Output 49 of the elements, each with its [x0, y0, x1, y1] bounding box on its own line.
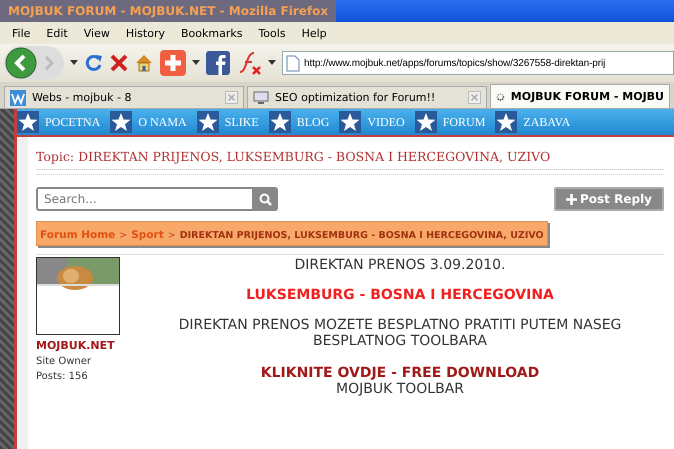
menu-item[interactable]: File — [4, 26, 38, 40]
menu-item[interactable]: Edit — [38, 26, 76, 40]
post-count: Posts: 156 — [36, 371, 89, 382]
page-icon — [286, 54, 300, 72]
search-icon — [258, 192, 272, 206]
download-link[interactable]: KLIKNITE OVDJE - FREE DOWNLOAD — [136, 365, 664, 381]
post-text: DIREKTAN PRENOS 3.09.2010. — [293, 257, 507, 273]
search-button[interactable] — [252, 187, 278, 211]
breadcrumb-separator: > — [119, 230, 128, 240]
dropdown-icon[interactable] — [268, 60, 276, 66]
address-field[interactable]: http://www.mojbuk.net/apps/forums/topics/show/3267558-direktan-prij — [282, 51, 674, 75]
star-icon — [495, 111, 518, 133]
search-field[interactable]: Search... — [36, 187, 252, 211]
menu-item[interactable]: View — [76, 26, 118, 40]
breadcrumb-separator: > — [168, 230, 176, 240]
dropdown-icon[interactable] — [70, 60, 78, 66]
menu-item[interactable]: History — [118, 26, 173, 40]
browser-tab[interactable]: MOJBUK FORUM - MOJBU — [490, 84, 670, 108]
star-icon — [17, 111, 39, 133]
facebook-icon[interactable] — [206, 51, 230, 75]
menu-item[interactable]: Help — [294, 26, 335, 40]
star-icon — [339, 111, 362, 133]
breadcrumb-current: DIREKTAN PRIJENOS, LUKSEMBURG - BOSNA I HERCEGOVINA, UZIVO — [180, 230, 544, 240]
add-icon[interactable] — [160, 50, 186, 76]
dropdown-icon[interactable] — [192, 60, 200, 66]
star-icon — [110, 111, 132, 133]
menu-item[interactable]: Tools — [250, 26, 294, 40]
browser-tab[interactable]: SEO optimization for Forum!! — [247, 86, 487, 108]
post-reply-button[interactable]: Post Reply — [554, 187, 664, 211]
monitor-icon — [253, 90, 269, 106]
star-icon — [196, 111, 219, 133]
window-title: MOJBUK FORUM - MOJBUK.NET - Mozilla Firefox — [8, 4, 328, 18]
topic-title: Topic: DIREKTAN PRIJENOS, LUKSEMBURG - BOSNA I HERCEGOVINA, UZIVO — [36, 145, 664, 170]
reload-icon[interactable] — [84, 53, 104, 73]
home-icon[interactable] — [134, 53, 154, 73]
author-role: Site Owner — [36, 356, 92, 367]
post-text: MOJBUK TOOLBAR — [334, 381, 465, 397]
menu-item[interactable]: Bookmarks — [172, 26, 250, 40]
stop-icon[interactable] — [110, 54, 128, 72]
post-text: DIREKTAN PRENOS MOZETE BESPLATNO PRATITI PUTEM NASEG BESPLATNOG TOOLBARA — [178, 317, 622, 349]
site-icon — [10, 90, 26, 106]
star-icon — [268, 111, 291, 133]
browser-tab[interactable]: Webs - mojbuk - 8 — [4, 86, 244, 108]
post-text: LUKSEMBURG - BOSNA I HERCEGOVINA — [245, 287, 555, 303]
plus-icon — [566, 194, 577, 204]
star-icon — [414, 111, 437, 133]
back-icon[interactable] — [4, 46, 38, 80]
back-forward-control[interactable] — [4, 46, 64, 80]
author-name[interactable]: MOJBUK.NET — [36, 339, 136, 352]
